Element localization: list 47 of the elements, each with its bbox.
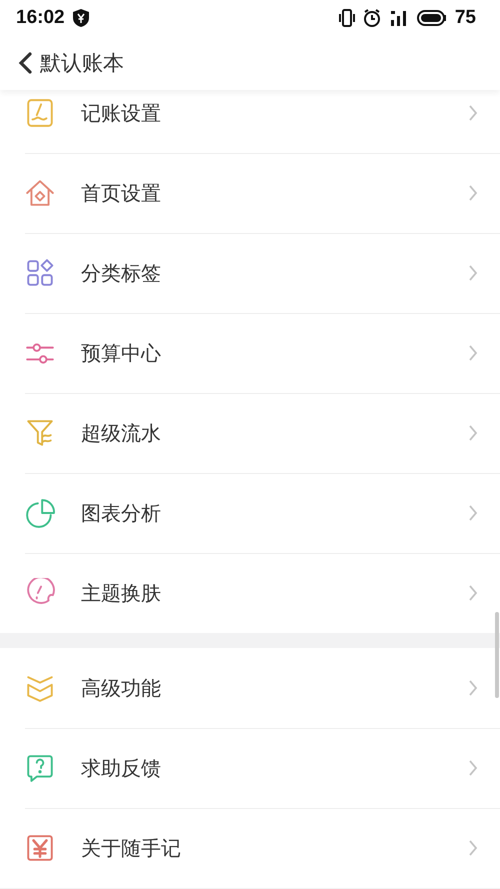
chevron-icon	[468, 839, 478, 857]
menu-label: 求助反馈	[81, 754, 162, 782]
help-icon	[25, 753, 55, 783]
menu-label: 记账设置	[81, 100, 162, 126]
chevron-icon	[468, 424, 478, 442]
menu-item[interactable]: 关于随手记	[0, 808, 500, 888]
back-icon[interactable]	[16, 51, 34, 75]
chevron-icon	[468, 104, 478, 122]
chevron-icon	[468, 344, 478, 362]
menu-item[interactable]: 分类标签	[0, 233, 500, 313]
grid-icon	[25, 258, 55, 288]
menu-item[interactable]: 主题换肤	[0, 553, 500, 633]
yen-icon	[25, 833, 55, 863]
page-title: 默认账本	[40, 50, 124, 77]
menu-label: 分类标签	[81, 260, 162, 286]
menu-item[interactable]: 求助反馈	[0, 728, 500, 808]
status-time: 16:02	[16, 7, 65, 29]
signal-icon	[388, 9, 409, 27]
chevron-icon	[468, 584, 478, 602]
menu-label: 首页设置	[81, 180, 162, 206]
funnel-icon	[25, 418, 55, 448]
chevron-icon	[468, 264, 478, 282]
menu-label: 超级流水	[81, 420, 162, 446]
battery-icon	[416, 9, 447, 27]
menu-item[interactable]: 记账设置	[0, 90, 500, 153]
chevron-icon	[468, 759, 478, 777]
chevron-icon	[468, 679, 478, 697]
vibrate-icon	[338, 9, 355, 27]
menu-label: 高级功能	[81, 674, 162, 702]
menu-label: 关于随手记	[81, 834, 182, 862]
chevron-icon	[468, 504, 478, 522]
menu-label: 图表分析	[81, 500, 162, 526]
scrollbar[interactable]	[495, 612, 499, 698]
menu-item[interactable]: 图表分析	[0, 473, 500, 553]
menu-item[interactable]: 预算中心	[0, 313, 500, 393]
notepad-icon	[25, 98, 55, 128]
house-icon	[25, 178, 55, 208]
menu-label: 预算中心	[81, 340, 162, 366]
pie-chart-icon	[25, 498, 55, 528]
menu-item[interactable]: 高级功能	[0, 648, 500, 728]
menu-item[interactable]: 超级流水	[0, 393, 500, 473]
alarm-icon	[362, 9, 381, 27]
menu-item[interactable]: 首页设置	[0, 153, 500, 233]
menu-label: 主题换肤	[81, 580, 162, 606]
shield-icon	[72, 9, 89, 27]
battery-level: 75	[454, 7, 476, 29]
chevron-icon	[468, 184, 478, 202]
